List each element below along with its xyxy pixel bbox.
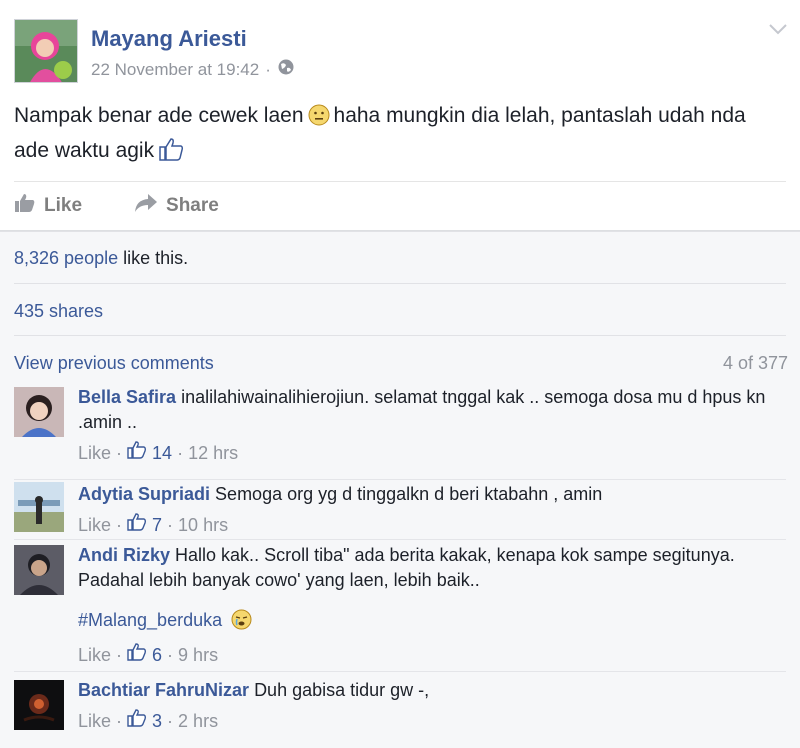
commenter-avatar[interactable]	[14, 387, 64, 437]
view-previous-row: View previous comments	[14, 353, 786, 374]
comment-hashtag-line: #Malang_berduka	[78, 608, 786, 637]
comment-like-count[interactable]: 6	[152, 643, 162, 668]
post-text-part1: Nampak benar ade cewek laen	[14, 104, 304, 127]
crying-emoji-icon	[231, 609, 252, 637]
likes-summary-suffix: like this.	[118, 248, 189, 268]
comment-like-count[interactable]: 7	[152, 513, 162, 538]
post-card: Mayang Ariesti 22 November at 19:42 · Na…	[0, 0, 800, 231]
author-avatar[interactable]	[14, 19, 78, 83]
comment-item: Bachtiar FahruNizar Duh gabisa tidur gw …	[14, 678, 786, 742]
comment-count: 4 of 377	[722, 353, 788, 373]
hashtag-link[interactable]: #Malang_berduka	[78, 610, 222, 630]
commenter-name[interactable]: Bachtiar FahruNizar	[78, 680, 249, 700]
comment-text: Hallo kak.. Scroll tiba" ada berita kaka…	[78, 545, 735, 590]
divider	[14, 671, 786, 672]
share-arrow-icon	[134, 193, 158, 219]
thumbs-up-icon	[127, 709, 147, 734]
commenter-name[interactable]: Adytia Supriadi	[78, 484, 210, 504]
thumbs-up-icon	[14, 193, 36, 219]
post-text: Nampak benar ade cewek laen haha mungkin …	[14, 100, 784, 170]
thumbs-up-icon	[158, 137, 184, 170]
comment-item: Bella Safira inalilahiwainalihierojiun. …	[14, 385, 786, 475]
post-actions: Like Share	[14, 193, 271, 219]
comment-like-link[interactable]: Like	[78, 513, 111, 538]
comment-body: Adytia Supriadi Semoga org yg d tinggalk…	[78, 482, 786, 538]
commenter-avatar[interactable]	[14, 680, 64, 730]
comment-timestamp[interactable]: 9 hrs	[178, 643, 218, 668]
meta-separator: ·	[265, 59, 271, 79]
divider	[14, 335, 786, 336]
commenter-name[interactable]: Andi Rizky	[78, 545, 170, 565]
comment-item: Adytia Supriadi Semoga org yg d tinggalk…	[14, 482, 786, 538]
author-name[interactable]: Mayang Ariesti	[91, 26, 247, 52]
thumbs-up-icon	[127, 643, 147, 668]
comment-meta: Like · 3 · 2 hrs	[78, 709, 786, 734]
post-divider	[14, 181, 786, 182]
post-timestamp[interactable]: 22 November at 19:42	[91, 60, 259, 80]
divider	[14, 283, 786, 284]
comment-like-link[interactable]: Like	[78, 441, 111, 466]
likes-summary: 8,326 people like this.	[14, 248, 786, 269]
shares-link[interactable]: 435 shares	[14, 301, 103, 321]
likes-count-link[interactable]: 8,326 people	[14, 248, 118, 268]
comment-text: inalilahiwainalihierojiun. selamat tngga…	[78, 387, 766, 432]
sad-emoji-icon	[308, 104, 330, 135]
comment-timestamp[interactable]: 10 hrs	[178, 513, 228, 538]
comment-body: Bachtiar FahruNizar Duh gabisa tidur gw …	[78, 678, 786, 734]
divider	[14, 539, 786, 540]
commenter-name[interactable]: Bella Safira	[78, 387, 176, 407]
feedback-section: 8,326 people like this. 435 shares View …	[0, 231, 800, 748]
post-meta: 22 November at 19:42 ·	[91, 58, 295, 81]
like-button-label: Like	[44, 195, 83, 216]
comment-like-link[interactable]: Like	[78, 709, 111, 734]
comment-like-link[interactable]: Like	[78, 643, 111, 668]
comment-like-count[interactable]: 14	[152, 441, 172, 466]
comment-timestamp[interactable]: 12 hrs	[188, 441, 238, 466]
comment-meta: Like · 6 · 9 hrs	[78, 643, 786, 668]
comment-text: Duh gabisa tidur gw -,	[254, 680, 430, 700]
comment-meta: Like · 7 · 10 hrs	[78, 513, 786, 538]
share-button[interactable]: Share	[134, 193, 219, 219]
shares-row: 435 shares	[14, 301, 786, 322]
commenter-avatar[interactable]	[14, 545, 64, 595]
comment-meta: Like · 14 · 12 hrs	[78, 441, 786, 466]
comment-item: Andi Rizky Hallo kak.. Scroll tiba" ada …	[14, 543, 786, 673]
commenter-avatar[interactable]	[14, 482, 64, 532]
like-button[interactable]: Like	[14, 193, 82, 219]
comment-body: Andi Rizky Hallo kak.. Scroll tiba" ada …	[78, 543, 786, 668]
comment-timestamp[interactable]: 2 hrs	[178, 709, 218, 734]
comment-text: Semoga org yg d tinggalkn d beri ktabahn…	[215, 484, 603, 504]
globe-icon[interactable]	[277, 58, 295, 81]
comment-body: Bella Safira inalilahiwainalihierojiun. …	[78, 385, 786, 466]
view-previous-comments-link[interactable]: View previous comments	[14, 353, 214, 373]
chevron-down-icon[interactable]	[768, 22, 788, 41]
share-button-label: Share	[166, 195, 219, 216]
thumbs-up-icon	[127, 441, 147, 466]
comment-like-count[interactable]: 3	[152, 709, 162, 734]
thumbs-up-icon	[127, 513, 147, 538]
divider	[14, 479, 786, 480]
